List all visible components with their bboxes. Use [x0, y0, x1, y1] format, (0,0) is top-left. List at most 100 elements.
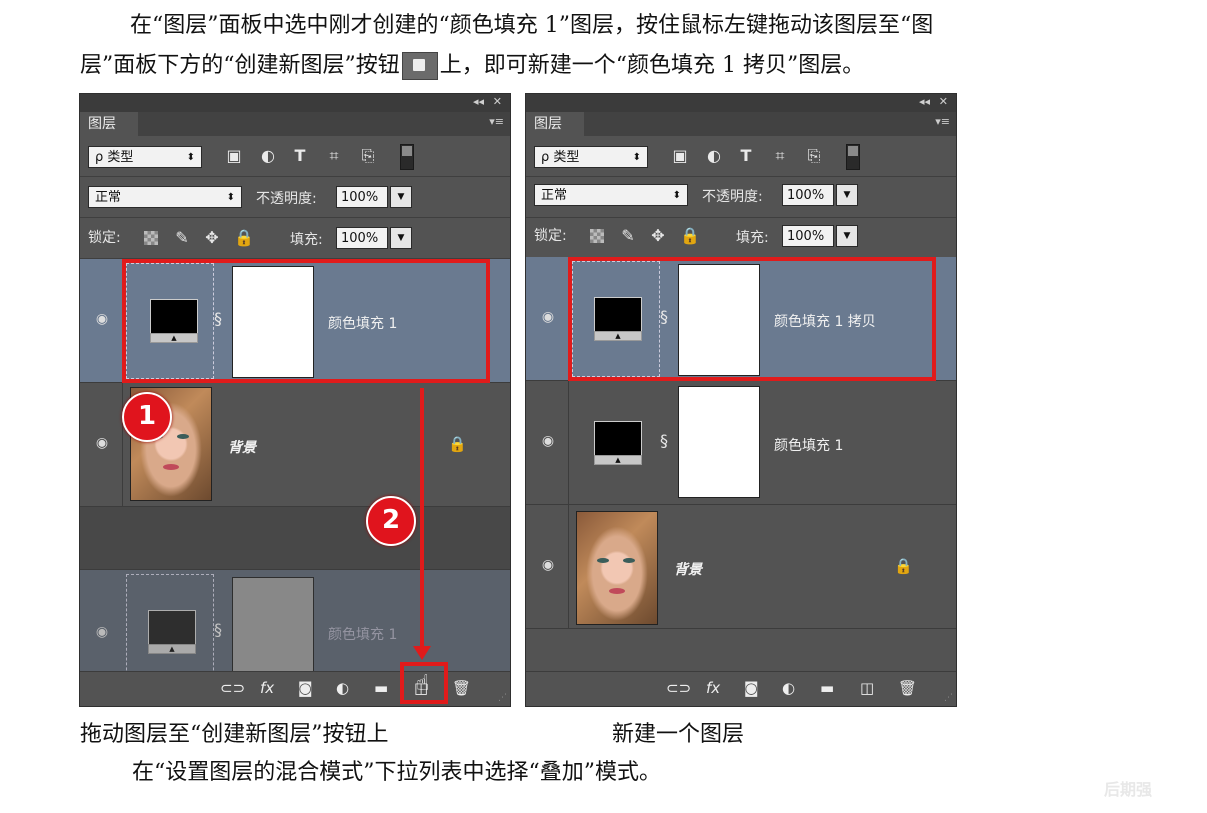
lock-position-icon[interactable]: ✥ — [202, 228, 222, 247]
layer-row[interactable]: ◉ 背景 🔒 — [526, 505, 956, 629]
fill-input[interactable]: 100% — [336, 227, 388, 249]
panel-menu-icon[interactable]: ▾≡ — [935, 115, 950, 128]
lock-all-icon[interactable]: 🔒 — [234, 228, 254, 247]
delete-layer-icon[interactable]: 🗑 — [452, 679, 471, 697]
link-layers-icon[interactable]: ⊂⊃ — [666, 679, 691, 697]
collapse-icon[interactable]: ◂◂ — [919, 95, 930, 108]
opacity-label: 不透明度: — [256, 191, 317, 207]
lock-label: 锁定: — [88, 230, 121, 246]
tab-layers[interactable]: 图层 — [80, 112, 138, 136]
blend-mode-select[interactable]: 正常 ⬍ — [534, 184, 688, 206]
smart-object-filter-icon[interactable]: ⎘ — [804, 146, 824, 166]
stepper-icon: ⬍ — [186, 152, 195, 163]
visibility-eye-icon[interactable]: ◉ — [540, 433, 556, 449]
panel-titlebar: ◂◂ ✕ — [80, 94, 510, 112]
opacity-dropdown-button[interactable]: ▼ — [836, 184, 858, 206]
visibility-eye-icon[interactable]: ◉ — [94, 435, 110, 451]
delete-layer-icon[interactable]: 🗑 — [898, 679, 917, 697]
layer-name: 颜色填充 1 — [774, 438, 844, 454]
thumbnail-eye-right — [623, 558, 635, 563]
filter-kind-select[interactable]: ρ 类型 ⬍ — [88, 146, 202, 168]
filter-kind-label: ρ 类型 — [95, 150, 134, 165]
filter-row: ρ 类型 ⬍ ▣ ◐ T ⌗ ⎘ — [80, 136, 510, 177]
close-icon[interactable]: ✕ — [939, 95, 948, 108]
filter-toggle-switch[interactable] — [400, 144, 414, 170]
blend-mode-select[interactable]: 正常 ⬍ — [88, 186, 242, 208]
adjustment-layer-icon[interactable]: ◐ — [336, 679, 349, 697]
link-chain-icon: § — [214, 620, 222, 639]
filter-toggle-switch[interactable] — [846, 144, 860, 170]
drop-gap — [80, 507, 510, 570]
thumbnail-lips — [609, 588, 625, 594]
layers-panel-left: ◂◂ ✕ 图层 ▾≡ ρ 类型 ⬍ ▣ ◐ T ⌗ ⎘ 正常 ⬍ 不透明度: 100… — [79, 93, 511, 707]
filter-kind-select[interactable]: ρ 类型 ⬍ — [534, 146, 648, 168]
adjustment-layer-icon[interactable]: ◐ — [782, 679, 795, 697]
fx-icon[interactable]: fx — [706, 679, 720, 697]
fill-input[interactable]: 100% — [782, 225, 834, 247]
thumbnail-eye-right — [177, 434, 189, 439]
opacity-dropdown-button[interactable]: ▼ — [390, 186, 412, 208]
new-group-icon[interactable]: ▬ — [820, 679, 834, 697]
filter-kind-label: ρ 类型 — [541, 150, 580, 165]
highlight-box — [122, 259, 490, 383]
visibility-eye-icon[interactable]: ◉ — [540, 309, 556, 325]
lock-position-icon[interactable]: ✥ — [648, 226, 668, 245]
fill-dropdown-button[interactable]: ▼ — [836, 225, 858, 247]
opacity-input[interactable]: 100% — [336, 186, 388, 208]
layer-lock-icon: 🔒 — [448, 435, 467, 453]
pixel-filter-icon[interactable]: ▣ — [670, 146, 690, 166]
intro-line-1: 在“图层”面板中选中刚才创建的“颜色填充 1”图层，按住鼠标左键拖动该图层至“图 — [130, 13, 934, 38]
link-layers-icon[interactable]: ⊂⊃ — [220, 679, 245, 697]
lock-transparent-icon[interactable] — [590, 229, 604, 243]
visibility-eye-icon[interactable]: ◉ — [94, 311, 110, 327]
panel-tab-row: 图层 ▾≡ — [80, 112, 510, 136]
layers-panel-right: ◂◂ ✕ 图层 ▾≡ ρ 类型 ⬍ ▣ ◐ T ⌗ ⎘ 正常 ⬍ 不透明度: 100… — [525, 93, 957, 707]
panel-menu-icon[interactable]: ▾≡ — [489, 115, 504, 128]
layer-row[interactable]: ◉ ▲ § 颜色填充 1 — [526, 381, 956, 505]
stepper-icon: ⬍ — [672, 190, 681, 201]
opacity-input[interactable]: 100% — [782, 184, 834, 206]
lock-brush-icon[interactable]: ✎ — [618, 226, 638, 245]
thumbnail-eye-left — [597, 558, 609, 563]
visibility-eye-icon[interactable]: ◉ — [540, 557, 556, 573]
lock-all-icon[interactable]: 🔒 — [680, 226, 700, 245]
resize-grip-icon[interactable]: ⋰ — [944, 693, 953, 703]
drag-arrow-line — [420, 388, 424, 650]
portrait-thumbnail — [576, 511, 658, 625]
intro-line-2-start: 层”面板下方的“创建新图层”按钮 — [80, 53, 400, 78]
link-chain-icon[interactable]: § — [660, 431, 668, 450]
shape-filter-icon[interactable]: ⌗ — [324, 146, 344, 166]
hand-cursor-icon: ☝ — [416, 671, 430, 696]
fill-label: 填充: — [290, 232, 323, 248]
type-filter-icon[interactable]: T — [290, 146, 310, 166]
close-icon[interactable]: ✕ — [493, 95, 502, 108]
layer-lock-icon: 🔒 — [894, 557, 913, 575]
adjustment-filter-icon[interactable]: ◐ — [704, 146, 724, 166]
shape-filter-icon[interactable]: ⌗ — [770, 146, 790, 166]
visibility-eye-icon: ◉ — [95, 624, 109, 640]
add-mask-icon[interactable]: ◙ — [744, 679, 759, 697]
new-layer-button-icon[interactable]: ◫ — [860, 679, 874, 697]
new-group-icon[interactable]: ▬ — [374, 679, 388, 697]
fill-swatch — [594, 421, 642, 457]
smart-object-filter-icon[interactable]: ⎘ — [358, 146, 378, 166]
watermark: 后期强 — [1104, 780, 1153, 799]
add-mask-icon[interactable]: ◙ — [298, 679, 313, 697]
intro-line-2: 层”面板下方的“创建新图层”按钮 上，即可新建一个“颜色填充 1 拷贝”图层。 — [80, 46, 864, 86]
resize-grip-icon[interactable]: ⋰ — [498, 693, 507, 703]
blend-mode-label: 正常 — [541, 188, 568, 203]
fx-icon[interactable]: fx — [260, 679, 274, 697]
fill-dropdown-button[interactable]: ▼ — [390, 227, 412, 249]
instruction-paragraph: 在“设置图层的混合模式”下拉列表中选择“叠加”模式。 — [132, 760, 661, 785]
pixel-filter-icon[interactable]: ▣ — [224, 146, 244, 166]
type-filter-icon[interactable]: T — [736, 146, 756, 166]
adjustment-filter-icon[interactable]: ◐ — [258, 146, 278, 166]
panel-tab-row: 图层 ▾≡ — [526, 112, 956, 136]
lock-transparent-icon[interactable] — [144, 231, 158, 245]
lock-brush-icon[interactable]: ✎ — [172, 228, 192, 247]
stepper-icon: ⬍ — [226, 192, 235, 203]
layer-mask-thumbnail — [678, 386, 760, 498]
step-badge: 1 — [122, 392, 172, 442]
tab-layers[interactable]: 图层 — [526, 112, 584, 136]
collapse-icon[interactable]: ◂◂ — [473, 95, 484, 108]
